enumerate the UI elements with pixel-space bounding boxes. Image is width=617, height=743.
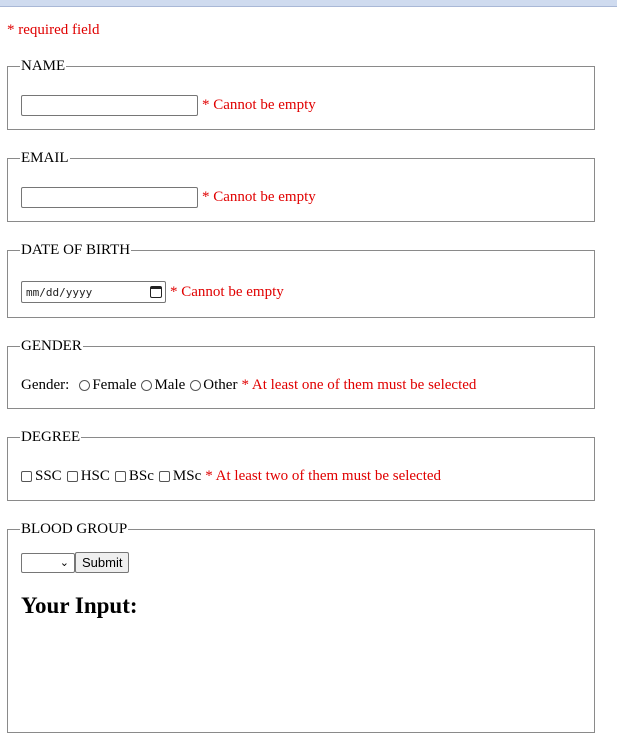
degree-legend: DEGREE [21,429,81,445]
degree-hsc-label: HSC [80,468,110,484]
degree-msc-checkbox[interactable] [158,471,170,482]
gender-other-radio[interactable] [190,380,202,391]
email-error: * Cannot be empty [202,189,316,205]
dob-error: * Cannot be empty [170,283,284,300]
gender-female-radio[interactable] [79,380,91,391]
gender-male-radio[interactable] [141,380,153,391]
submit-button[interactable]: Submit [75,552,130,573]
dob-fieldset: DATE OF BIRTH mm/dd/yyyy * Cannot be emp… [7,242,595,318]
gender-other-label: Other [203,377,238,393]
degree-bsc-label: BSc [128,468,154,484]
name-fieldset: NAME * Cannot be empty [7,58,595,130]
name-input[interactable] [21,95,198,116]
degree-ssc-checkbox[interactable] [21,471,32,482]
email-input[interactable] [21,187,198,208]
dob-legend: DATE OF BIRTH [21,242,131,258]
degree-bsc-checkbox[interactable] [114,471,126,482]
name-legend: NAME [21,58,66,74]
degree-ssc-label: SSC [35,468,62,484]
gender-male-label: Male [154,377,186,393]
degree-error: * At least two of them must be selected [205,468,442,484]
browser-top-strip [0,0,617,7]
blood-group-legend: BLOOD GROUP [21,521,128,537]
gender-fieldset: GENDER Gender: Female Male Other * At le… [7,338,595,409]
degree-msc-label: MSc [172,468,202,484]
gender-label: Gender: [21,377,70,393]
degree-fieldset: DEGREE SSC HSC BSc MSc * At least two of… [7,429,595,501]
gender-female-label: Female [92,377,137,393]
degree-hsc-checkbox[interactable] [66,471,78,482]
name-error: * Cannot be empty [202,97,316,113]
gender-legend: GENDER [21,338,82,354]
gender-error: * At least one of them must be selected [241,377,477,393]
dob-date-input[interactable]: mm/dd/yyyy [21,281,166,303]
chevron-down-icon: ⌄ [59,556,69,569]
blood-group-fieldset: BLOOD GROUP ⌄ Submit Your Input: [7,521,595,733]
email-legend: EMAIL [21,150,69,166]
your-input-heading: Your Input: [21,593,138,618]
dob-placeholder: mm/dd/yyyy [26,285,93,299]
required-field-note: * required field [7,22,100,38]
blood-group-select[interactable]: ⌄ [21,552,75,573]
email-fieldset: EMAIL * Cannot be empty [7,150,595,222]
calendar-icon[interactable] [150,286,162,298]
